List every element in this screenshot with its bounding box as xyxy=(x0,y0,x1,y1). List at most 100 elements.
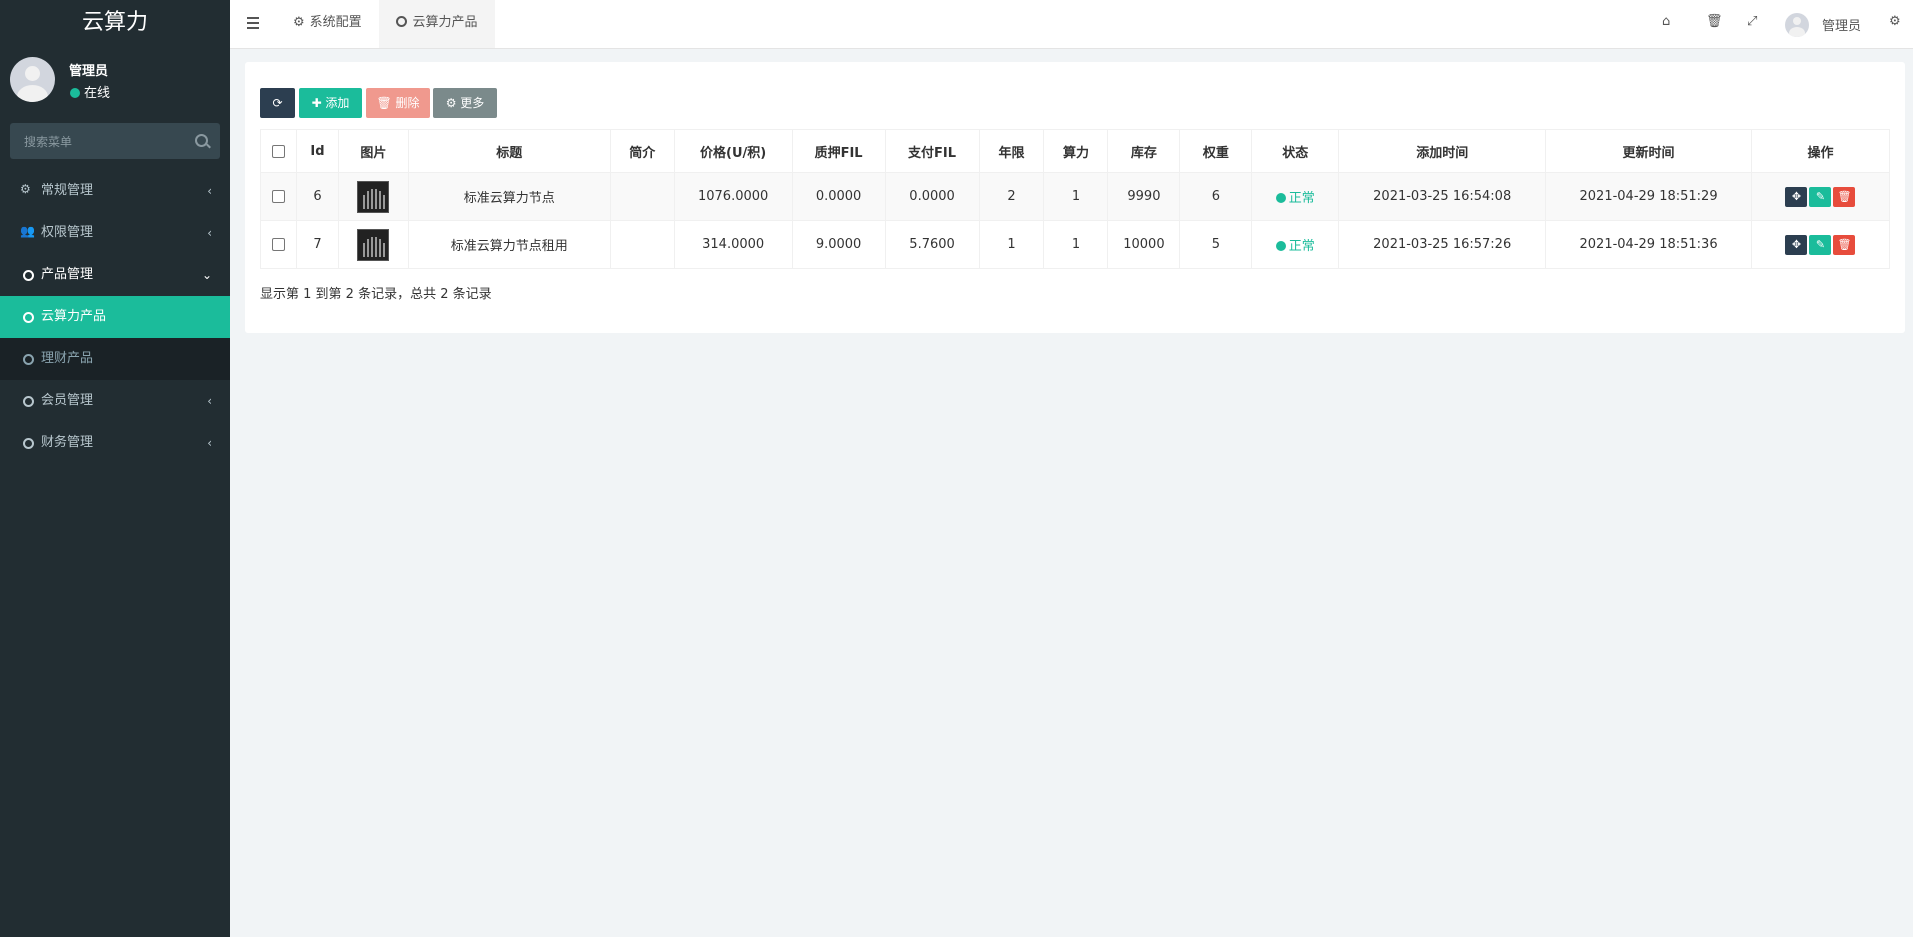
cell-updated: 2021-04-29 18:51:29 xyxy=(1545,172,1752,221)
sidebar-item-member[interactable]: 会员管理 ‹ xyxy=(0,380,230,422)
users-icon: 👥 xyxy=(20,224,35,238)
cell-years: 1 xyxy=(978,220,1045,269)
sidebar-item-finance[interactable]: 财务管理 ‹ xyxy=(0,422,230,464)
sidebar-menu: ⚙ 常规管理 ‹ 👥 权限管理 ‹ 产品管理 ⌄ 云算力产品 理财产品 会员管理… xyxy=(0,170,230,464)
sidebar-item-label: 产品管理 xyxy=(41,267,94,282)
tab-label: 系统配置 xyxy=(309,15,362,30)
product-thumbnail[interactable] xyxy=(357,180,390,213)
status-dot-icon xyxy=(1275,241,1286,251)
user-name: 管理员 xyxy=(69,64,109,79)
search-icon[interactable] xyxy=(195,134,208,147)
cell-image[interactable] xyxy=(337,172,409,221)
menu-search-input[interactable]: 搜索菜单 xyxy=(10,123,220,159)
sidebar-item-permission[interactable]: 👥 权限管理 ‹ xyxy=(0,212,230,254)
header-user-name[interactable]: 管理员 xyxy=(1822,15,1861,34)
drag-move-icon[interactable]: ✥ xyxy=(1785,186,1808,207)
cell-title: 标准云算力节点 xyxy=(407,172,611,221)
circle-icon xyxy=(23,354,34,365)
cell-id: 7 xyxy=(295,220,339,269)
user-status: 在线 xyxy=(70,82,110,101)
cell-actions: ✥ ✎ 🗑 xyxy=(1750,172,1891,221)
pagination-info: 显示第 1 到第 2 条记录，总共 2 条记录 xyxy=(260,287,492,302)
cell-updated: 2021-04-29 18:51:36 xyxy=(1545,220,1752,269)
cell-pledge: 9.0000 xyxy=(791,220,886,269)
row-checkbox[interactable] xyxy=(271,190,285,203)
cell-years: 2 xyxy=(978,172,1045,221)
trash-icon[interactable]: 🗑 xyxy=(1706,14,1723,29)
column-header[interactable]: Id xyxy=(295,129,339,173)
home-icon[interactable]: ⌂ xyxy=(1662,14,1670,29)
table-row[interactable]: 6 标准云算力节点 1076.0000 0.0000 0.0000 2 1 99… xyxy=(260,172,1891,221)
column-header: 操作 xyxy=(1750,129,1891,173)
column-header: 标题 xyxy=(407,129,611,173)
cell-image[interactable] xyxy=(337,220,409,269)
row-checkbox[interactable] xyxy=(271,238,285,251)
column-header: 更新时间 xyxy=(1545,129,1752,173)
drag-move-icon[interactable]: ✥ xyxy=(1785,234,1808,255)
sidebar-item-general[interactable]: ⚙ 常规管理 ‹ xyxy=(0,170,230,212)
sidebar-item-label: 权限管理 xyxy=(41,225,94,240)
cell-pledge: 0.0000 xyxy=(791,172,886,221)
product-thumbnail[interactable] xyxy=(357,228,390,261)
status-badge[interactable]: 正常 xyxy=(1275,239,1315,254)
table-header-row: Id 图片 标题 简介 价格(U/积) 质押FIL 支付FIL 年限 算力 库存… xyxy=(260,129,1891,173)
sidebar-item-label: 财务管理 xyxy=(41,435,94,450)
menu-search-placeholder: 搜索菜单 xyxy=(24,135,73,149)
fullscreen-icon[interactable]: ⤢ xyxy=(1747,14,1757,29)
delete-trash-icon[interactable]: 🗑 xyxy=(1833,234,1856,255)
cell-status[interactable]: 正常 xyxy=(1251,172,1340,221)
row-checkbox-cell[interactable] xyxy=(260,220,297,269)
gear-icon: ⚙ xyxy=(293,15,305,30)
cell-power: 1 xyxy=(1043,220,1109,269)
sidebar-item-product[interactable]: 产品管理 ⌄ xyxy=(0,254,230,296)
chevron-left-icon: ‹ xyxy=(207,436,212,450)
column-header: 算力 xyxy=(1043,129,1109,173)
add-button[interactable]: ✚ 添加 xyxy=(299,88,362,118)
select-all-checkbox-cell[interactable] xyxy=(260,129,297,173)
row-checkbox-cell[interactable] xyxy=(260,172,297,221)
circle-icon xyxy=(23,312,34,323)
cell-pay: 5.7600 xyxy=(884,220,980,269)
cell-stock: 10000 xyxy=(1107,220,1181,269)
online-dot-icon xyxy=(70,88,80,98)
column-header: 添加时间 xyxy=(1338,129,1547,173)
column-header: 库存 xyxy=(1107,129,1181,173)
chevron-left-icon: ‹ xyxy=(207,226,212,240)
edit-pencil-icon[interactable]: ✎ xyxy=(1809,234,1832,255)
select-all-checkbox[interactable] xyxy=(271,144,285,158)
cell-id: 6 xyxy=(295,172,339,221)
cell-title: 标准云算力节点租用 xyxy=(407,220,611,269)
delete-button[interactable]: 🗑 删除 xyxy=(366,88,430,118)
delete-trash-icon[interactable]: 🗑 xyxy=(1833,186,1856,207)
tab-system-config[interactable]: ⚙ 系统配置 xyxy=(293,0,362,48)
menu-toggle-icon[interactable] xyxy=(247,17,259,32)
table-row[interactable]: 7 标准云算力节点租用 314.0000 9.0000 5.7600 1 1 1… xyxy=(260,220,1891,269)
header-avatar[interactable] xyxy=(1785,13,1809,37)
user-status-label: 在线 xyxy=(84,86,111,101)
column-header: 支付FIL xyxy=(884,129,980,173)
user-panel: 管理员 在线 xyxy=(0,45,230,117)
sidebar-item-label: 理财产品 xyxy=(41,351,94,366)
circle-icon xyxy=(23,396,34,407)
status-dot-icon xyxy=(1275,193,1286,203)
sidebar-item-finance-product[interactable]: 理财产品 xyxy=(0,338,230,380)
cell-status[interactable]: 正常 xyxy=(1251,220,1340,269)
more-button[interactable]: ⚙ 更多 xyxy=(433,88,497,118)
tab-cloud-product[interactable]: 云算力产品 xyxy=(379,0,495,48)
column-header: 简介 xyxy=(609,129,675,173)
circle-icon xyxy=(23,438,34,449)
app-logo[interactable]: 云算力 xyxy=(0,0,230,45)
edit-pencil-icon[interactable]: ✎ xyxy=(1809,186,1832,207)
refresh-button[interactable]: ⟳ xyxy=(260,88,295,118)
status-badge[interactable]: 正常 xyxy=(1275,191,1315,206)
column-header: 图片 xyxy=(337,129,409,173)
cell-power: 1 xyxy=(1043,172,1109,221)
cell-price: 314.0000 xyxy=(673,220,793,269)
sidebar-item-cloud-product[interactable]: 云算力产品 xyxy=(0,296,230,338)
cogs-icon[interactable]: ⚙ xyxy=(1889,14,1901,29)
cell-intro xyxy=(609,220,675,269)
cell-weight: 5 xyxy=(1179,220,1253,269)
cell-actions: ✥ ✎ 🗑 xyxy=(1750,220,1891,269)
chevron-left-icon: ‹ xyxy=(207,184,212,198)
cell-stock: 9990 xyxy=(1107,172,1181,221)
